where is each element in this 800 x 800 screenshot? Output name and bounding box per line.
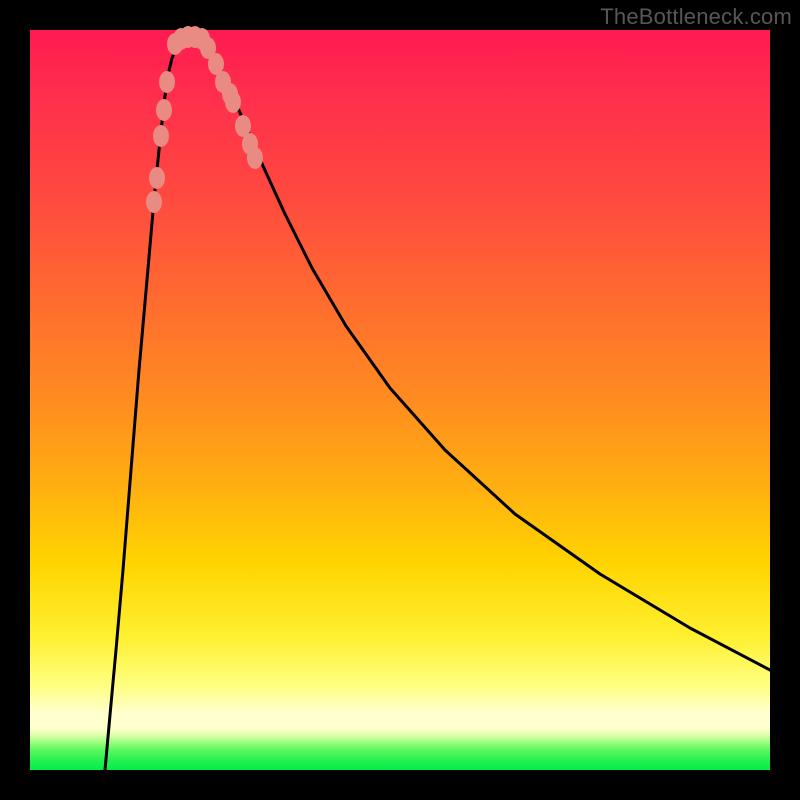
right-curve	[200, 36, 770, 670]
watermark-text: TheBottleneck.com	[600, 4, 792, 30]
plot-area	[30, 30, 770, 770]
marker-dots	[146, 26, 263, 213]
chart-frame: TheBottleneck.com	[0, 0, 800, 800]
curves-overlay	[30, 30, 770, 770]
left-curve	[105, 36, 185, 770]
